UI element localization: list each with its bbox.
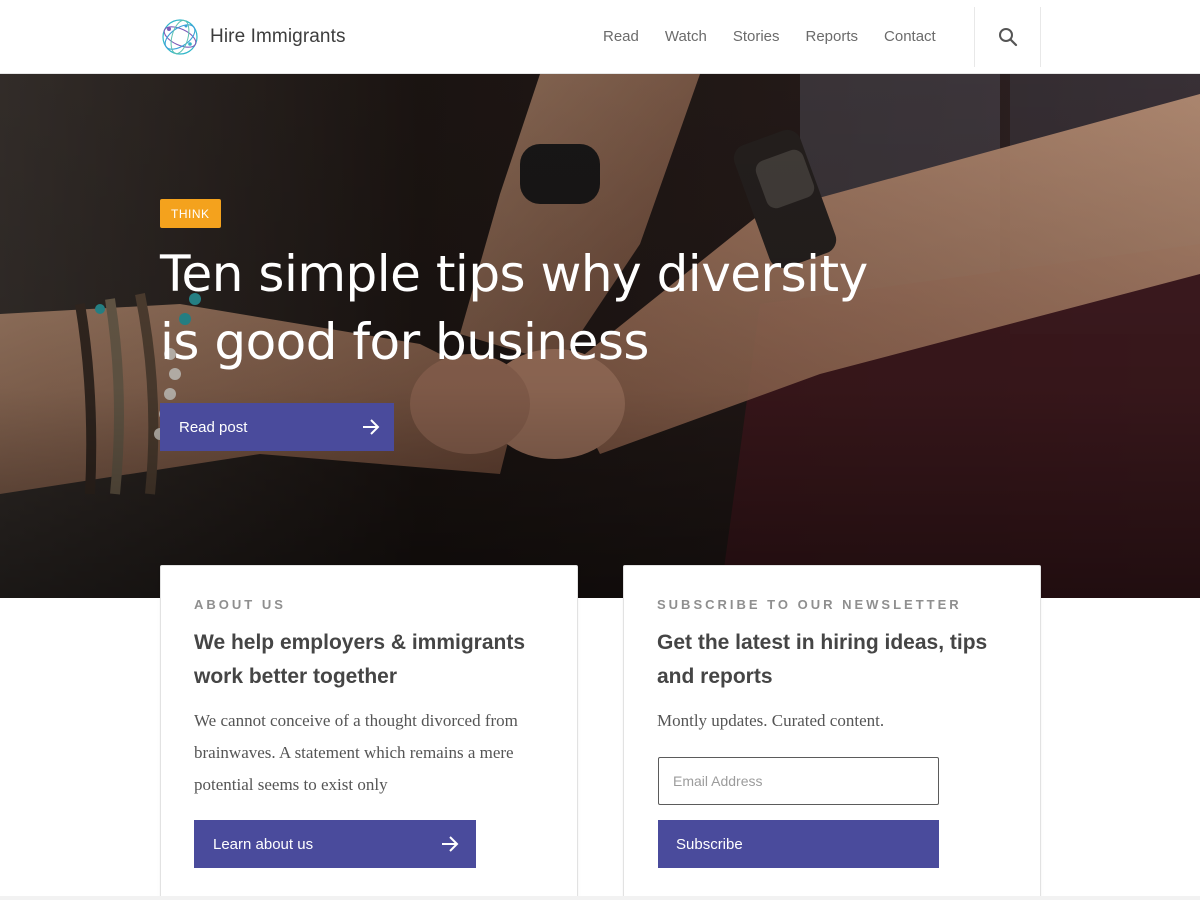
logo[interactable]: Hire Immigrants: [160, 17, 346, 57]
site-header: Hire Immigrants Read Watch Stories Repor…: [0, 0, 1200, 74]
hero-content: THINK Ten simple tips why diversity is g…: [160, 199, 920, 376]
about-eyebrow: ABOUT US: [194, 597, 286, 612]
newsletter-body: Montly updates. Curated content.: [657, 711, 885, 730]
nav-item-reports[interactable]: Reports: [806, 28, 859, 45]
about-body: We cannot conceive of a thought divorced…: [194, 711, 518, 794]
nav-item-watch[interactable]: Watch: [665, 28, 707, 45]
arrow-right-icon: [363, 419, 380, 435]
read-post-label: Read post: [179, 418, 248, 436]
nav-item-contact[interactable]: Contact: [884, 28, 936, 45]
newsletter-title: Get the latest in hiring ideas, tips and…: [657, 631, 988, 688]
logo-text: Hire Immigrants: [210, 26, 346, 47]
hero-banner: THINK Ten simple tips why diversity is g…: [0, 74, 1200, 598]
globe-logo-icon: [162, 19, 198, 55]
about-card: ABOUT US We help employers & immigrants …: [160, 565, 578, 900]
read-post-button[interactable]: Read post: [160, 403, 394, 451]
search-button[interactable]: [974, 7, 1041, 67]
search-icon: [998, 28, 1017, 47]
category-tag[interactable]: THINK: [160, 199, 221, 228]
learn-about-us-label: Learn about us: [213, 835, 314, 853]
about-title: We help employers & immigrants work bett…: [194, 631, 526, 688]
main-nav: Read Watch Stories Reports Contact: [590, 0, 949, 73]
email-field[interactable]: [658, 757, 939, 805]
learn-about-us-button[interactable]: Learn about us: [194, 820, 476, 868]
subscribe-label: Subscribe: [676, 835, 743, 853]
newsletter-eyebrow: SUBSCRIBE TO OUR NEWSLETTER: [657, 597, 962, 612]
nav-item-read[interactable]: Read: [603, 28, 639, 45]
subscribe-button[interactable]: Subscribe: [658, 820, 939, 868]
newsletter-card: SUBSCRIBE TO OUR NEWSLETTER Get the late…: [623, 565, 1041, 900]
hero-title[interactable]: Ten simple tips why diversity is good fo…: [160, 240, 920, 376]
page-bottom-divider: [0, 896, 1200, 900]
arrow-right-icon: [442, 836, 459, 852]
nav-item-stories[interactable]: Stories: [733, 28, 780, 45]
